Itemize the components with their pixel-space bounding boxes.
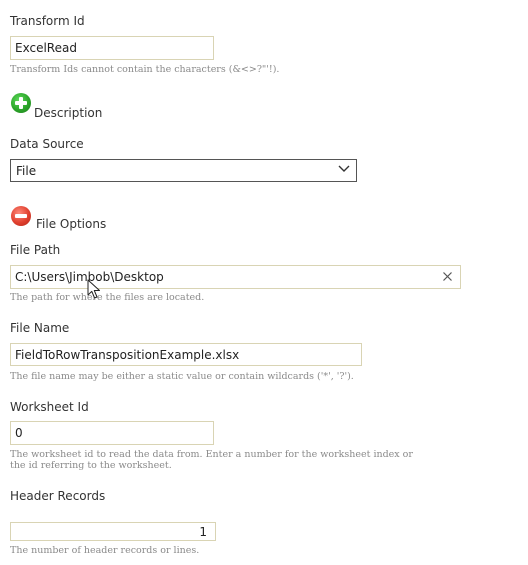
file-name-label: File Name — [10, 321, 70, 335]
file-name-input[interactable]: FieldToRowTranspositionExample.xlsx — [10, 343, 362, 366]
file-path-input[interactable]: C:\Users\Jimbob\Desktop — [10, 265, 461, 289]
header-records-help: The number of header records or lines. — [10, 545, 200, 556]
minus-circle-icon[interactable] — [11, 206, 31, 226]
transform-id-input[interactable]: ExcelRead — [10, 36, 214, 60]
worksheet-id-help-line2: the id referring to the worksheet. — [10, 460, 172, 471]
file-path-label: File Path — [10, 243, 61, 257]
close-icon[interactable] — [442, 271, 453, 282]
file-name-value: FieldToRowTranspositionExample.xlsx — [15, 347, 240, 362]
file-options-section-label[interactable]: File Options — [36, 217, 106, 231]
transform-id-value: ExcelRead — [15, 41, 77, 55]
data-source-label: Data Source — [10, 137, 84, 151]
data-source-selected: File — [16, 163, 37, 178]
worksheet-id-label: Worksheet Id — [10, 400, 89, 414]
header-records-value: 1 — [199, 524, 207, 539]
header-records-label: Header Records — [10, 489, 106, 503]
data-source-select[interactable]: File — [10, 159, 357, 182]
description-section-label[interactable]: Description — [34, 106, 102, 120]
worksheet-id-value: 0 — [15, 426, 23, 440]
transform-id-label: Transform Id — [10, 14, 85, 28]
chevron-down-icon — [338, 165, 350, 172]
mouse-pointer-icon — [87, 279, 100, 299]
plus-circle-icon[interactable] — [11, 93, 31, 113]
file-path-help: The path for where the files are located… — [10, 292, 205, 303]
worksheet-id-help-line1: The worksheet id to read the data from. … — [10, 449, 413, 460]
transform-id-help: Transform Ids cannot contain the charact… — [10, 64, 280, 75]
worksheet-id-input[interactable]: 0 — [10, 421, 214, 445]
file-name-help: The file name may be either a static val… — [10, 371, 354, 382]
header-records-input[interactable]: 1 — [10, 522, 216, 541]
